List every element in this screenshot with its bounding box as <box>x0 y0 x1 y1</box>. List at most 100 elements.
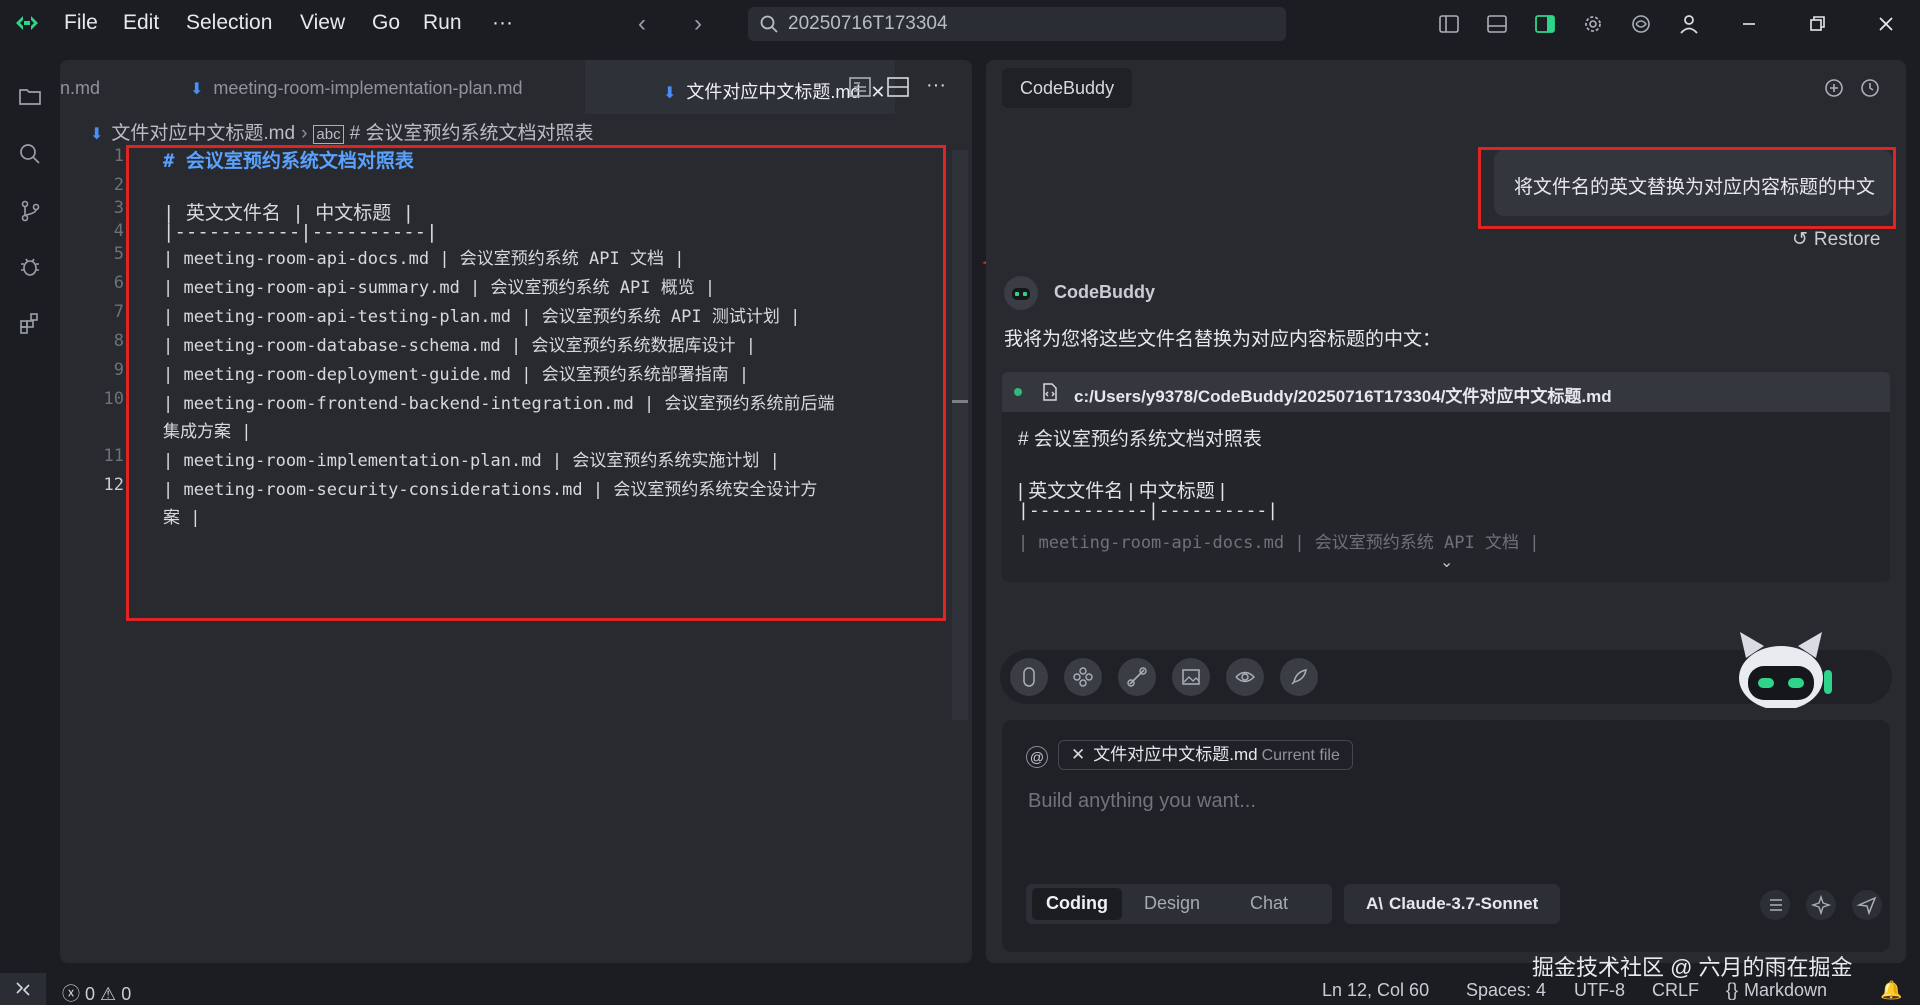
history-icon[interactable] <box>1858 76 1882 100</box>
search-text: 20250716T173304 <box>788 13 948 34</box>
preview-line: |-----------|----------| <box>1018 500 1279 521</box>
language-label: Markdown <box>1744 980 1828 1000</box>
toggle-panel-icon[interactable] <box>1485 12 1509 36</box>
deploy-rocket-icon[interactable] <box>1280 658 1318 696</box>
editor-tabs: n.md ⬇ meeting-room-implementation-plan.m… <box>60 60 972 114</box>
context-file-name: 文件对应中文标题.md <box>1093 745 1258 764</box>
scrollbar-thumb[interactable] <box>952 400 968 403</box>
line-number: 12 <box>103 475 124 495</box>
codebuddy-panel: CodeBuddy 将文件名的英文替换为对应内容标题的中文 ↺ Restore C… <box>986 60 1906 963</box>
remove-context-icon[interactable]: ✕ <box>1071 745 1085 764</box>
preview-line: | 英文文件名 | 中文标题 | <box>1018 481 1225 502</box>
run-debug-icon[interactable] <box>17 254 43 280</box>
line-number: 8 <box>113 331 124 351</box>
mode-selector: Coding Design Chat <box>1026 884 1332 924</box>
menu-more[interactable]: ··· <box>492 11 513 35</box>
tab-close-icon[interactable]: ✕ <box>870 82 885 102</box>
model-name: Claude-3.7-Sonnet <box>1389 894 1539 913</box>
new-chat-icon[interactable] <box>1822 76 1846 100</box>
task-list-icon[interactable] <box>1760 890 1790 920</box>
search-icon[interactable] <box>17 141 43 167</box>
markdown-file-icon: ⬇ <box>90 126 104 143</box>
language-mode[interactable]: {} Markdown <box>1726 980 1827 1001</box>
preview-eye-icon[interactable] <box>1226 658 1264 696</box>
mode-coding[interactable]: Coding <box>1032 888 1122 920</box>
image-upload-icon[interactable] <box>1172 658 1210 696</box>
line-number: 9 <box>113 360 124 380</box>
copilot-icon[interactable] <box>1629 12 1653 36</box>
menu-view[interactable]: View <box>300 11 345 35</box>
close-window-icon[interactable] <box>1874 12 1898 36</box>
remote-icon <box>16 982 30 996</box>
end-of-line[interactable]: CRLF <box>1652 980 1699 1001</box>
restore-window-icon[interactable] <box>1805 12 1829 36</box>
mode-chat[interactable]: Chat <box>1250 893 1288 914</box>
editor-scrollbar[interactable] <box>952 150 968 720</box>
split-editor-icon[interactable] <box>886 76 910 98</box>
problems-indicator[interactable]: ⓧ 0 ⚠ 0 <box>62 980 131 1005</box>
command-search-box[interactable]: 20250716T173304 <box>748 7 1286 41</box>
toggle-secondary-sidebar-icon[interactable] <box>1533 12 1557 36</box>
context-file-sub: Current file <box>1261 747 1340 764</box>
breadcrumb: ⬇ 文件对应中文标题.md › abc # 会议室预约系统文档对照表 <box>90 118 593 145</box>
components-icon[interactable] <box>1064 658 1102 696</box>
search-icon <box>760 15 778 33</box>
more-actions-icon[interactable]: ··· <box>926 74 946 97</box>
line-number: 10 <box>103 389 124 409</box>
menu-file[interactable]: File <box>64 11 98 35</box>
menu-go[interactable]: Go <box>372 11 400 35</box>
expand-chevron-icon[interactable]: ⌄ <box>1440 552 1453 572</box>
line-number: 1 <box>113 146 124 166</box>
tab-implementation-plan[interactable]: ⬇ meeting-room-implementation-plan.md <box>170 60 620 114</box>
codebuddy-tab[interactable]: CodeBuddy <box>1002 68 1133 108</box>
enhance-sparkle-icon[interactable] <box>1806 890 1836 920</box>
explorer-folder-icon[interactable] <box>17 83 43 109</box>
braces-icon: {} <box>1726 980 1739 1000</box>
breadcrumb-symbol[interactable]: # 会议室预约系统文档对照表 <box>350 123 594 144</box>
extensions-icon[interactable] <box>17 310 43 336</box>
notifications-bell-icon[interactable]: 🔔 <box>1880 980 1902 1001</box>
line-number: 5 <box>113 244 124 264</box>
warning-count: 0 <box>121 984 132 1004</box>
cursor-position[interactable]: Ln 12, Col 60 <box>1322 980 1429 1001</box>
restore-button[interactable]: ↺ Restore <box>1792 228 1880 251</box>
preview-line: # 会议室预约系统文档对照表 <box>1018 429 1262 450</box>
back-arrow-icon[interactable]: ‹ <box>638 10 646 38</box>
source-control-icon[interactable] <box>17 198 43 224</box>
menu-run[interactable]: Run <box>423 11 462 35</box>
tab-previous-file[interactable]: n.md <box>60 60 170 114</box>
app-logo-icon <box>16 16 38 30</box>
anthropic-logo-icon: A\ <box>1366 894 1383 913</box>
account-icon[interactable] <box>1677 12 1701 36</box>
figma-icon[interactable] <box>1010 658 1048 696</box>
file-card-header[interactable]: c:/Users/y9378/CodeBuddy/20250716T173304… <box>1002 372 1890 412</box>
connect-plugin-icon[interactable] <box>1118 658 1156 696</box>
codebuddy-avatar-icon <box>1004 276 1038 310</box>
line-number: 7 <box>113 302 124 322</box>
context-file-chip[interactable]: ✕ 文件对应中文标题.md Current file <box>1058 740 1353 770</box>
mention-at-icon[interactable]: @ <box>1026 746 1048 768</box>
menu-selection[interactable]: Selection <box>186 11 272 35</box>
chat-input-placeholder[interactable]: Build anything you want... <box>1028 790 1256 813</box>
send-icon[interactable] <box>1852 890 1882 920</box>
settings-gear-icon[interactable] <box>1581 12 1605 36</box>
toggle-primary-sidebar-icon[interactable] <box>1437 12 1461 36</box>
tab-label: n.md <box>60 78 101 98</box>
tab-label: meeting-room-implementation-plan.md <box>213 78 523 98</box>
mode-design[interactable]: Design <box>1144 893 1200 914</box>
annotation-highlight-box <box>126 145 946 621</box>
model-selector-button[interactable]: A\ Claude-3.7-Sonnet <box>1344 884 1561 924</box>
indentation[interactable]: Spaces: 4 <box>1466 980 1546 1001</box>
file-diff-card[interactable]: c:/Users/y9378/CodeBuddy/20250716T173304… <box>1002 372 1890 582</box>
watermark: 掘金技术社区 @ 六月的雨在掘金 <box>1532 955 1853 980</box>
minimize-icon[interactable] <box>1737 12 1761 36</box>
encoding[interactable]: UTF-8 <box>1574 980 1625 1001</box>
chat-input-box[interactable]: @ ✕ 文件对应中文标题.md Current file Build anythin… <box>1002 720 1890 952</box>
warning-icon: ⚠ <box>100 984 117 1004</box>
symbol-string-icon: abc <box>313 125 344 144</box>
forward-arrow-icon[interactable]: › <box>694 10 702 38</box>
breadcrumb-file[interactable]: 文件对应中文标题.md <box>111 123 295 144</box>
remote-indicator[interactable] <box>0 973 46 1005</box>
menu-edit[interactable]: Edit <box>123 11 159 35</box>
open-preview-icon[interactable] <box>848 76 872 98</box>
